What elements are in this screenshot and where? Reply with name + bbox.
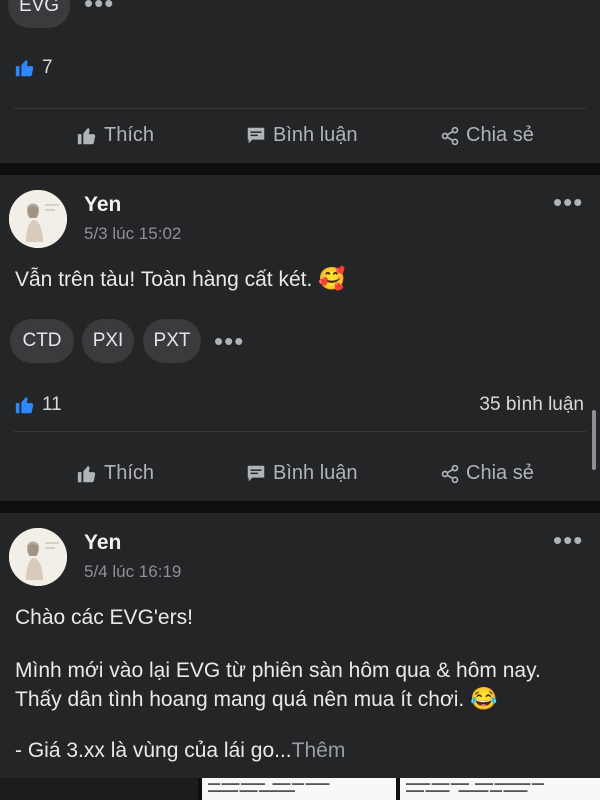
avatar-image (9, 528, 67, 586)
post-text-line: Mình mới vào lại EVG từ phiên sàn hôm qu… (15, 659, 541, 682)
divider (14, 108, 586, 109)
stock-chip[interactable]: CTD (10, 319, 74, 363)
post-text-content: Thấy dân tình hoang mang quá nên mua ít … (15, 688, 465, 711)
divider (14, 431, 586, 432)
more-chips-icon[interactable]: ••• (84, 0, 114, 16)
chip-label: CTD (22, 330, 62, 351)
comment-button[interactable]: Bình luận (245, 124, 358, 147)
comment-icon (247, 465, 265, 481)
post-timestamp[interactable]: 5/4 lúc 16:19 (84, 562, 181, 582)
more-chips-icon[interactable]: ••• (214, 328, 244, 354)
share-button[interactable]: Chia sẻ (440, 462, 534, 485)
stock-chip[interactable]: PXT (143, 319, 201, 363)
thumbs-up-icon (77, 465, 96, 482)
post-text-line: Thấy dân tình hoang mang quá nên mua ít … (15, 686, 497, 712)
comment-label: Bình luận (273, 124, 358, 146)
like-button[interactable]: Thích (76, 124, 154, 147)
stock-chip[interactable]: PXI (82, 319, 134, 363)
like-label: Thích (104, 124, 155, 146)
thumbs-up-icon (15, 396, 34, 414)
share-icon (441, 464, 459, 483)
like-count-value: 7 (42, 57, 53, 78)
post-text-line: Chào các EVG'ers! (15, 606, 193, 629)
like-label: Thích (104, 462, 155, 484)
post-timestamp[interactable]: 5/3 lúc 15:02 (84, 224, 181, 244)
see-more-link[interactable]: Thêm (292, 739, 346, 762)
comment-count[interactable]: 35 bình luận (479, 394, 584, 416)
post-body: Vẫn trên tàu! Toàn hàng cất két. (15, 268, 313, 291)
photo-thumbnail[interactable] (0, 778, 198, 800)
like-button[interactable]: Thích (76, 462, 154, 485)
stock-chip[interactable]: EVG (8, 0, 70, 28)
share-button[interactable]: Chia sẻ (440, 124, 534, 147)
document-thumbnail[interactable]: ▬▬▬▬ ▬▬▬ ▬▬▬ ▬▬▬ ▬▬▬▬▬▬ ▬▬ ▬▬▬ ▬▬▬▬ ▬▬▬▬▬… (400, 778, 600, 800)
chip-label: PXI (92, 330, 124, 351)
author-name[interactable]: Yen (84, 193, 121, 217)
chip-label: EVG (18, 0, 60, 16)
comment-label: Bình luận (273, 462, 358, 484)
avatar-image (9, 190, 67, 248)
post-menu-icon[interactable]: ••• (553, 527, 583, 553)
avatar[interactable] (9, 528, 67, 586)
post-card: Yen 5/4 lúc 16:19 ••• Chào các EVG'ers! … (0, 513, 600, 778)
thumbs-up-icon (15, 59, 34, 77)
like-count[interactable]: 7 (14, 57, 53, 79)
share-label: Chia sẻ (466, 462, 534, 484)
post-card: Yen 5/3 lúc 15:02 ••• Vẫn trên tàu! Toàn… (0, 175, 600, 501)
thumbs-up-icon (77, 127, 96, 144)
smiling-hearts-emoji: 🥰 (318, 266, 346, 291)
laughing-emoji: 😂 (470, 686, 498, 711)
post-text-line: - Giá 3.xx là vùng của lái go...Thêm (15, 739, 345, 763)
scrollbar[interactable] (592, 410, 596, 470)
post-menu-icon[interactable]: ••• (553, 189, 583, 215)
like-count[interactable]: 11 (14, 394, 62, 416)
document-thumbnail[interactable]: ▬▬ ▬▬▬ ▬▬▬▬ ▬▬▬ ▬▬ ▬▬▬▬ ▬▬▬▬▬ ▬▬▬ ▬▬▬▬▬▬ (202, 778, 396, 800)
post-card-top: EVG ••• 7 Thích Bình luận Chia sẻ (0, 0, 600, 163)
post-text-content: - Giá 3.xx là vùng của lái go... (15, 739, 292, 762)
next-post-preview: ▬▬ ▬▬▬ ▬▬▬▬ ▬▬▬ ▬▬ ▬▬▬▬ ▬▬▬▬▬ ▬▬▬ ▬▬▬▬▬▬ … (0, 778, 600, 800)
comment-button[interactable]: Bình luận (245, 462, 358, 485)
post-text: Vẫn trên tàu! Toàn hàng cất két. 🥰 (15, 266, 346, 292)
avatar[interactable] (9, 190, 67, 248)
author-name[interactable]: Yen (84, 531, 121, 555)
share-label: Chia sẻ (466, 124, 534, 146)
chip-label: PXT (153, 330, 191, 351)
comment-icon (247, 127, 265, 143)
share-icon (441, 126, 459, 145)
like-count-value: 11 (42, 394, 62, 415)
